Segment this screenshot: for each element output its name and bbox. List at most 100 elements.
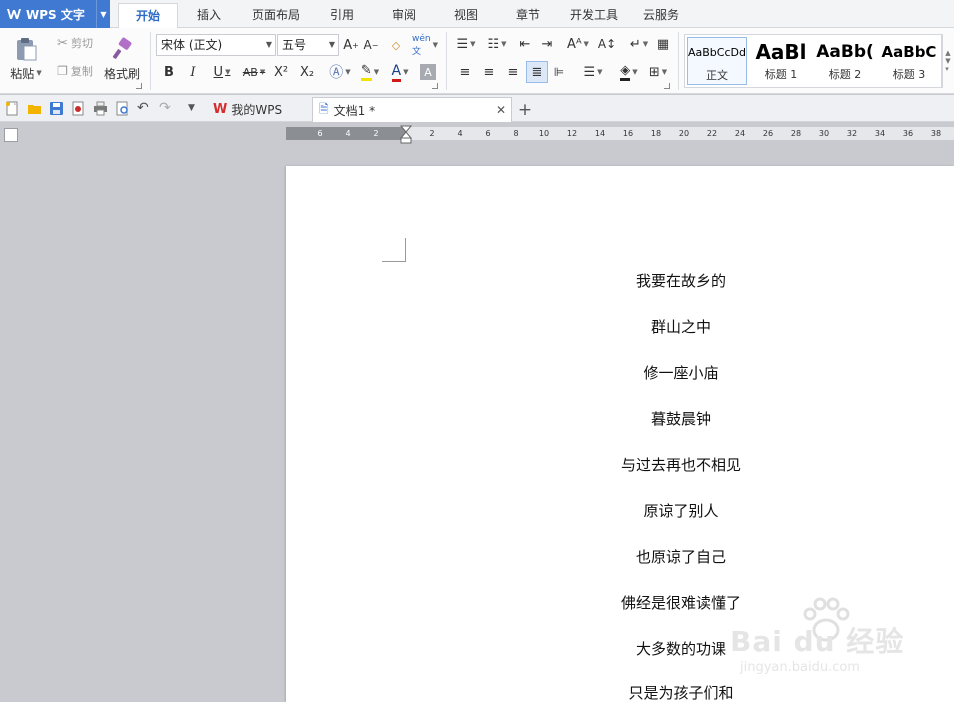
decrease-indent-icon[interactable]: ⇤	[516, 34, 534, 54]
paste-icon[interactable]	[8, 34, 44, 64]
undo-icon[interactable]: ↶	[137, 101, 152, 116]
tab-page-layout[interactable]: 页面布局	[244, 3, 308, 28]
ruler-tick: 2	[429, 129, 435, 138]
style-preview: AaBbCcDd	[688, 46, 746, 59]
justify-icon[interactable]: ≣	[526, 61, 548, 83]
highlight-icon[interactable]: ✎ ▼	[356, 62, 384, 82]
export-pdf-icon[interactable]	[71, 101, 86, 116]
tab-my-wps[interactable]: W 我的WPS	[210, 97, 310, 122]
tab-developer-tools[interactable]: 开发工具	[562, 3, 626, 28]
margin-corner-mark	[382, 238, 406, 262]
styles-scroll[interactable]: ▲ ▼ ▾	[942, 34, 953, 88]
paste-button[interactable]: 粘贴 ▼	[6, 65, 46, 81]
app-menu-dropdown-icon[interactable]: ▼	[96, 0, 110, 28]
document-line[interactable]: 修一座小庙	[536, 362, 826, 383]
character-shading-icon[interactable]: A	[420, 64, 436, 80]
font-group-expand[interactable]	[432, 83, 438, 89]
font-color-button[interactable]: A ▼	[386, 62, 414, 82]
shading-icon[interactable]: ◈ ▼	[614, 62, 644, 82]
divider	[150, 32, 151, 90]
document-line[interactable]: 暮鼓晨钟	[536, 408, 826, 429]
document-icon: 🗎	[319, 101, 329, 116]
style-normal[interactable]: AaBbCcDd 正文	[687, 37, 747, 85]
new-document-icon[interactable]	[5, 101, 20, 116]
increase-indent-icon[interactable]: ⇥	[538, 34, 556, 54]
change-case-icon[interactable]: Aᴬ ▼	[562, 34, 594, 54]
copy-label: 复制	[70, 65, 93, 78]
cut-button[interactable]: ✂ 剪切	[50, 34, 100, 52]
tab-insert[interactable]: 插入	[184, 3, 234, 28]
indent-marker-icon[interactable]	[400, 125, 412, 145]
document-line[interactable]: 原谅了别人	[536, 500, 826, 521]
underline-button[interactable]: U ▼	[208, 62, 236, 82]
ruler-tick: 32	[846, 129, 858, 138]
tab-view[interactable]: 视图	[442, 3, 490, 28]
horizontal-ruler[interactable]: 6 4 2 2 4 6 8 10 12 14 16 18 20 22 24 26 28 30 32 34 36 38	[286, 125, 954, 144]
shrink-font-icon[interactable]: A −	[362, 36, 380, 54]
clipboard-group-expand[interactable]	[136, 83, 142, 89]
save-icon[interactable]	[49, 101, 64, 116]
tab-document-1[interactable]: 🗎 文档1 * ✕	[312, 97, 512, 122]
print-icon[interactable]	[93, 101, 108, 116]
document-line[interactable]: 群山之中	[536, 316, 826, 337]
format-painter-button[interactable]: 格式刷	[100, 65, 144, 81]
document-line[interactable]: 也原谅了自己	[536, 546, 826, 567]
subscript-button[interactable]: X₂	[296, 62, 318, 82]
quick-access-bar: ↶ ↷ ▼ W 我的WPS 🗎 文档1 * ✕ +	[0, 95, 954, 122]
align-left-icon[interactable]: ≡	[456, 62, 474, 82]
tab-stop-selector[interactable]	[4, 128, 18, 142]
app-menu-button[interactable]: WPS 文字 ▼	[0, 0, 110, 28]
strikethrough-button[interactable]: AB ▼	[239, 62, 269, 82]
grow-font-icon[interactable]: A +	[342, 36, 360, 54]
style-heading-2[interactable]: AaBb( 标题 2	[815, 37, 875, 85]
paragraph-group-expand[interactable]	[664, 83, 670, 89]
customize-toolbar-icon[interactable]: ▼	[188, 101, 203, 116]
underline-label: U	[213, 64, 224, 80]
copy-button[interactable]: ❐ 复制	[50, 62, 100, 80]
show-marks-icon[interactable]: ↵ ▼	[624, 34, 654, 54]
format-painter-icon[interactable]	[104, 34, 140, 64]
align-center-icon[interactable]: ≡	[480, 62, 498, 82]
watermark-url: jingyan.baidu.com	[740, 660, 860, 675]
paste-label: 粘贴	[10, 66, 35, 81]
ruler-tick: 34	[874, 129, 886, 138]
document-line[interactable]: 与过去再也不相见	[536, 454, 826, 475]
style-name: 标题 2	[828, 68, 862, 81]
style-preview: AaBbC	[881, 43, 937, 61]
scissors-icon: ✂	[57, 35, 68, 51]
clear-format-icon[interactable]: ◇	[386, 36, 406, 54]
distributed-align-icon[interactable]: ⊫	[550, 62, 568, 82]
tab-chapter[interactable]: 章节	[504, 3, 552, 28]
tab-references[interactable]: 引用	[318, 3, 366, 28]
font-color-letter: A	[391, 63, 402, 82]
document-line[interactable]: 我要在故乡的	[536, 270, 826, 291]
borders-icon[interactable]: ⊞ ▼	[644, 62, 672, 82]
bullets-icon[interactable]: ☰ ▼	[452, 34, 480, 54]
doc-tab-label: 文档1 *	[333, 103, 376, 118]
font-name-value: 宋体 (正文)	[161, 38, 223, 52]
phonetic-guide-icon[interactable]: wén 文 ▼	[410, 34, 440, 57]
sort-icon[interactable]: A↕	[596, 34, 618, 54]
text-effect-icon[interactable]: Ⓐ ▼	[326, 62, 354, 82]
font-name-select[interactable]: 宋体 (正文) ▼	[156, 34, 276, 56]
line-spacing-icon[interactable]: ☰ ▼	[578, 62, 608, 82]
tab-review[interactable]: 审阅	[380, 3, 428, 28]
ruler-tick: 38	[930, 129, 942, 138]
ruler-tick: 16	[622, 129, 634, 138]
close-icon[interactable]: ✕	[496, 103, 506, 117]
italic-button[interactable]: I	[184, 62, 202, 82]
print-preview-icon[interactable]	[115, 101, 130, 116]
new-tab-button[interactable]: +	[516, 97, 534, 122]
style-heading-1[interactable]: AaBl 标题 1	[751, 37, 811, 85]
tab-cloud-services[interactable]: 云服务	[636, 3, 686, 28]
align-right-icon[interactable]: ≡	[504, 62, 522, 82]
font-size-select[interactable]: 五号 ▼	[277, 34, 339, 56]
numbering-icon[interactable]: ☷ ▼	[483, 34, 511, 54]
style-heading-3[interactable]: AaBbC 标题 3	[879, 37, 939, 85]
open-folder-icon[interactable]	[27, 101, 42, 116]
redo-icon[interactable]: ↷	[159, 101, 174, 116]
bold-button[interactable]: B	[160, 62, 178, 82]
table-icon[interactable]: ▦	[654, 34, 672, 54]
tab-home[interactable]: 开始	[118, 3, 178, 28]
superscript-button[interactable]: X²	[270, 62, 292, 82]
